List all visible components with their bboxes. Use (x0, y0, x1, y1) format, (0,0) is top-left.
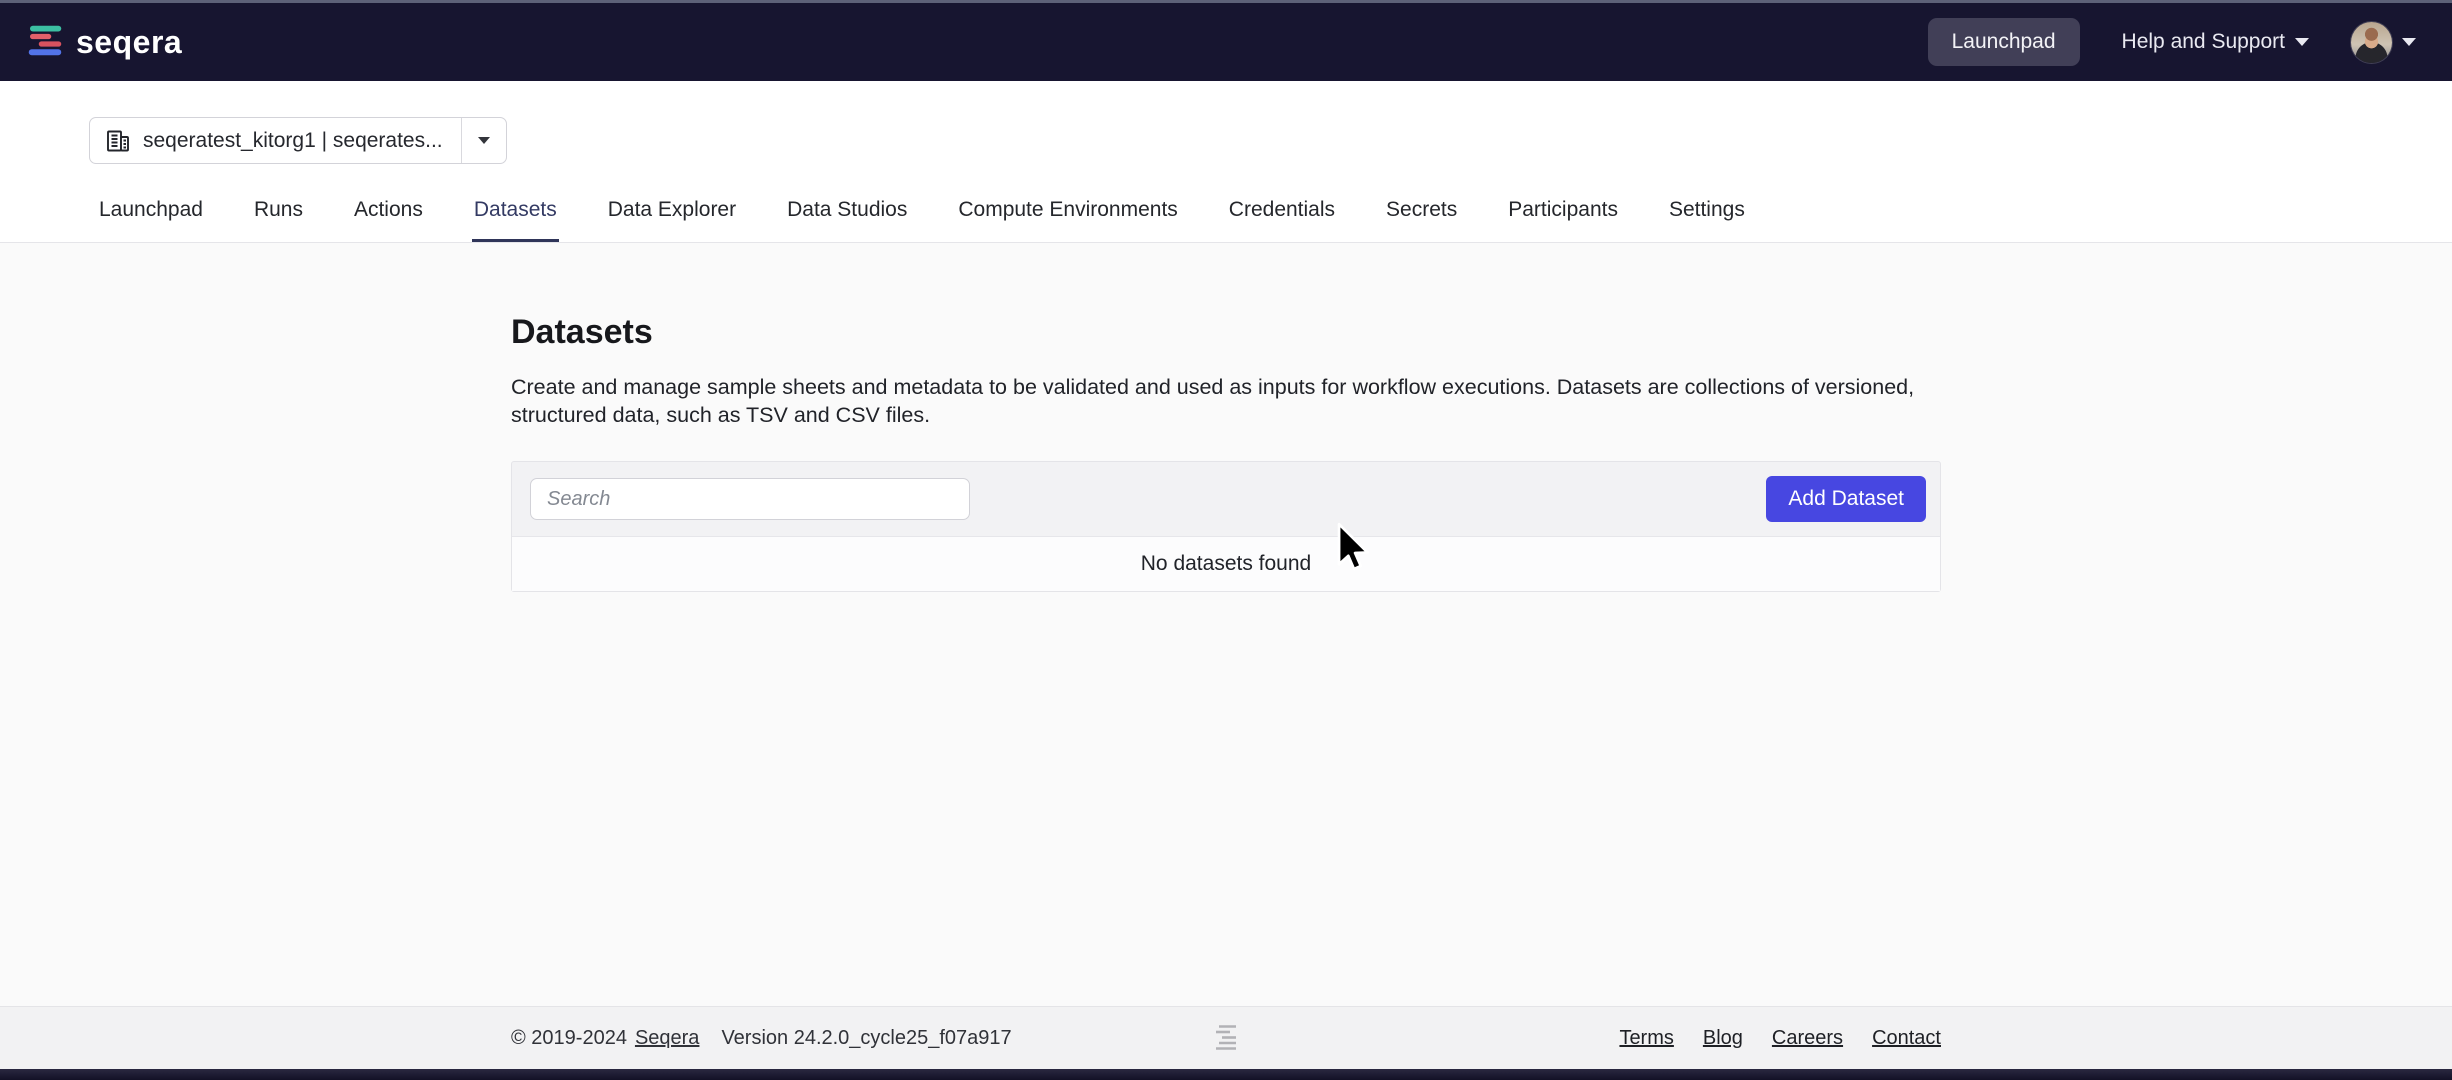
empty-state-message: No datasets found (1141, 552, 1311, 576)
tab-data-studios[interactable]: Data Studios (785, 198, 909, 242)
tab-datasets[interactable]: Datasets (472, 198, 559, 242)
brand-name: seqera (76, 24, 182, 61)
footer-link-careers[interactable]: Careers (1772, 1027, 1843, 1050)
workspace-header: seqeratest_kitorg1 | seqerates... Launch… (0, 81, 2452, 243)
help-and-support-menu[interactable]: Help and Support (2122, 30, 2309, 54)
tab-credentials[interactable]: Credentials (1227, 198, 1337, 242)
tab-secrets[interactable]: Secrets (1384, 198, 1459, 242)
workspace-name: seqeratest_kitorg1 | seqerates... (143, 129, 443, 153)
seqera-brand[interactable]: seqera (25, 22, 182, 62)
chevron-down-icon (2295, 38, 2309, 46)
help-and-support-label: Help and Support (2122, 30, 2285, 54)
footer-link-contact[interactable]: Contact (1872, 1027, 1941, 1050)
tab-launchpad[interactable]: Launchpad (97, 198, 205, 242)
chevron-down-icon (478, 137, 490, 144)
chevron-down-icon (2402, 38, 2416, 46)
footer-link-blog[interactable]: Blog (1703, 1027, 1743, 1050)
launchpad-button[interactable]: Launchpad (1928, 18, 2080, 66)
datasets-card: Add Dataset No datasets found (511, 461, 1941, 592)
footer: © 2019-2024 Seqera Version 24.2.0_cycle2… (0, 1006, 2452, 1069)
workspace-tabs: Launchpad Runs Actions Datasets Data Explore… (97, 198, 1747, 242)
empty-state-row: No datasets found (512, 536, 1940, 591)
footer-links: Terms Blog Careers Contact (1619, 1027, 1941, 1050)
footer-link-terms[interactable]: Terms (1619, 1027, 1673, 1050)
main-content: Datasets Create and manage sample sheets… (0, 243, 2452, 1006)
seqera-glyph-icon (1213, 1023, 1239, 1053)
tab-data-explorer[interactable]: Data Explorer (606, 198, 738, 242)
tab-settings[interactable]: Settings (1667, 198, 1747, 242)
seqera-footer-link[interactable]: Seqera (635, 1027, 700, 1050)
user-menu[interactable] (2351, 22, 2416, 63)
workspace-dropdown-toggle[interactable] (461, 118, 506, 163)
add-dataset-button[interactable]: Add Dataset (1766, 476, 1926, 522)
tab-participants[interactable]: Participants (1506, 198, 1620, 242)
search-input[interactable] (530, 478, 970, 520)
tab-runs[interactable]: Runs (252, 198, 305, 242)
page-title: Datasets (511, 243, 1941, 352)
datasets-toolbar: Add Dataset (512, 462, 1940, 536)
top-navbar: seqera Launchpad Help and Support (0, 0, 2452, 81)
organization-icon (105, 128, 131, 154)
copyright-text: © 2019-2024 (511, 1027, 627, 1050)
workspace-selector[interactable]: seqeratest_kitorg1 | seqerates... (89, 117, 507, 164)
page-description: Create and manage sample sheets and meta… (511, 373, 1941, 429)
seqera-logo-icon (25, 22, 65, 62)
window-bottom-edge (0, 1069, 2452, 1080)
tab-actions[interactable]: Actions (352, 198, 425, 242)
user-avatar (2351, 22, 2392, 63)
tab-compute-environments[interactable]: Compute Environments (956, 198, 1179, 242)
version-text: Version 24.2.0_cycle25_f07a917 (721, 1027, 1011, 1050)
